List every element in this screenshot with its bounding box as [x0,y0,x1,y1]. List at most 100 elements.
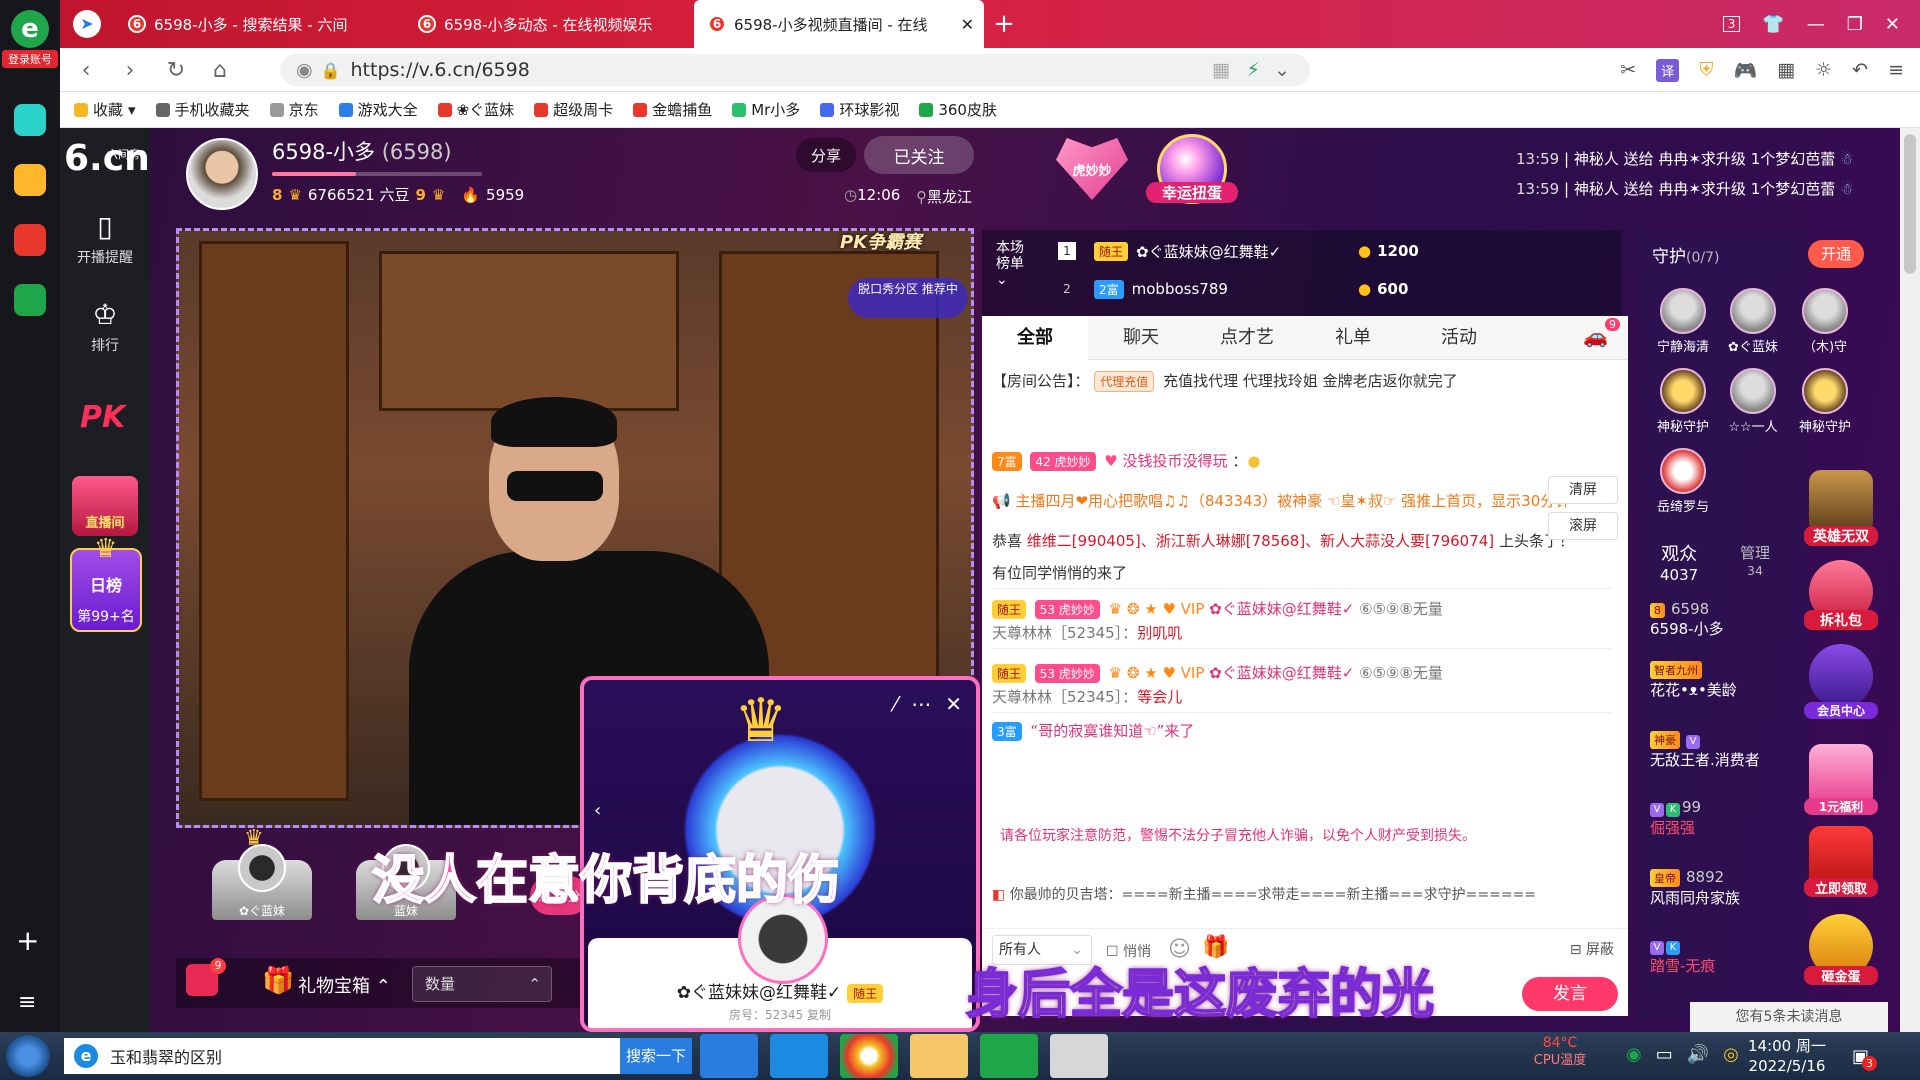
tab-talent[interactable]: 点才艺 [1194,316,1300,360]
guard-avatar[interactable]: ☆☆一人 [1722,368,1784,435]
brightness-icon[interactable]: ☼ [1815,59,1832,81]
tray-app-icon[interactable]: ◉ [1626,1044,1642,1065]
promo-hero[interactable]: 英雄无双 [1804,470,1878,546]
add-app-icon[interactable]: + [16,924,39,957]
viewer-row[interactable]: 智者九州 花花•ᴥ•美龄 [1650,660,1800,700]
open-guard-button[interactable]: 开通 [1808,240,1864,268]
guard-avatar[interactable]: 神秘守护 [1794,368,1856,435]
bookmark-film[interactable]: 环球影视 [820,99,899,120]
viewer-row[interactable]: 8 6598 6598-小多 [1650,600,1800,639]
favorites-star-icon[interactable] [14,164,46,196]
seat-1[interactable]: ♛ ✿ぐ蓝妹 [206,826,318,930]
home-icon[interactable]: ⌂ [200,48,240,92]
k-app-icon[interactable] [700,1034,758,1078]
unread-messages[interactable]: 您有5条未读消息 [1690,1002,1888,1032]
bookmark-favorites[interactable]: 收藏 ▾ [74,99,136,120]
minimize-icon[interactable]: — [1807,14,1825,35]
rail-paihang[interactable]: ♔ 排行 [60,298,150,355]
shield-icon[interactable]: ⛨ [1699,59,1713,81]
tab-activity[interactable]: 活动 [1406,316,1512,360]
menu-icon[interactable]: ≡ [1888,59,1904,81]
game-icon[interactable]: 🎮 [1733,59,1757,82]
page-scrollbar[interactable] [1900,128,1920,1032]
viewer-row[interactable]: 皇帝 8892 风雨同舟家族 [1650,868,1800,908]
promo-giftpack[interactable]: 拆礼包 [1804,560,1878,630]
lucky-capsule[interactable]: 幸运扭蛋 [1146,134,1238,214]
menu-icon[interactable]: ≡ [18,990,36,1015]
leaderboard-row[interactable]: 2 2富 mobboss789 600 [1058,274,1618,304]
quantity-input[interactable]: 数量 ⌃ [412,966,552,1002]
bookmark-fishing[interactable]: 金蟾捕鱼 [633,99,712,120]
guard-avatar[interactable]: 宁静海清 [1652,288,1714,355]
bookmark-mrxiaoduo[interactable]: Mr小多 [732,99,800,120]
scroll-screen-button[interactable]: 滚屏 [1548,512,1618,540]
tab-chat[interactable]: 聊天 [1088,316,1194,360]
guard-avatar[interactable]: 岳绮罗与 [1652,448,1714,515]
ime-icon[interactable]: ◎ [1723,1044,1739,1065]
notification-icon[interactable]: ▣ 3 [1852,1046,1878,1071]
window-count-icon[interactable]: 3 [1722,16,1741,32]
media-app-icon[interactable] [1050,1034,1108,1078]
car-tab-icon[interactable]: 🚗 9 [1583,318,1620,348]
scrollbar-thumb[interactable] [1904,134,1916,274]
restore-icon[interactable]: ❐ [1847,14,1863,35]
address-bar[interactable]: ◉ 🔒 https://v.6.cn/6598 ▦ ⚡ ⌄ [280,54,1310,86]
login-account-button[interactable]: e 登录账号 [2,10,58,70]
chevron-down-icon[interactable]: ⌄ [1274,59,1290,81]
gift-label[interactable]: 礼物宝箱 ⌃ [298,972,391,998]
promo-golden-egg[interactable]: 砸金蛋 [1804,914,1878,985]
leaderboard-row[interactable]: 1 随王 ✿ぐ蓝妹妹@红舞鞋✓ 1200 [1058,236,1618,266]
bookmark-skin[interactable]: 360皮肤 [919,99,997,120]
tab-1[interactable]: 6 6598-小多 - 搜索结果 - 六间 [114,0,404,48]
tab-all[interactable]: 全部 [982,316,1088,360]
mail-icon[interactable] [14,284,46,316]
weibo-icon[interactable] [14,224,46,256]
bookmark-weekcard[interactable]: 超级周卡 [534,99,613,120]
close-window-icon[interactable]: ✕ [1885,14,1900,35]
grid-icon[interactable]: ▦ [1777,59,1795,81]
site-info-icon[interactable]: ◉ [296,59,313,81]
guard-avatar[interactable]: （木)守 [1794,288,1856,355]
network-icon[interactable]: ▭ [1656,1044,1673,1065]
daily-rank-badge[interactable]: ♛ 日榜 第99+名 [70,534,142,632]
promo-1yuan[interactable]: 1元福利 [1804,744,1878,815]
bookmark-jd[interactable]: 京东 [269,99,319,120]
translate-button[interactable]: 译 [1656,58,1680,82]
close-tab-icon[interactable]: ✕ [961,15,974,34]
more-icon[interactable]: ⋯ [911,692,931,716]
taskbar-clock[interactable]: 14:00 周一 2022/5/16 [1748,1036,1826,1076]
block-button[interactable]: ⊟ 屏蔽 [1570,939,1614,959]
volume-icon[interactable]: 🔊 [1687,1044,1709,1065]
chrome-icon[interactable] [840,1034,898,1078]
close-icon[interactable]: ✕ [945,692,962,716]
shirt-skin-icon[interactable]: 👕 [1762,14,1784,35]
new-tab-button[interactable]: + [984,0,1024,48]
promo-vip[interactable]: 会员中心 [1804,644,1878,719]
back-icon[interactable]: ‹ [66,48,106,92]
follow-button[interactable]: 已关注 [864,136,974,174]
viewer-row[interactable]: 神豪 V 无敌王者.消费者 [1650,730,1800,770]
app-icon-1[interactable] [14,104,46,136]
wand-icon[interactable]: ⁄ [894,692,897,716]
taskbar-search-input[interactable]: e 玉和翡翠的区别 [64,1038,620,1074]
site-logo[interactable]: 6.cn 六间房 [64,136,150,182]
bookmark-games[interactable]: 游戏大全 [338,99,418,120]
bookmark-lanmei[interactable]: ❀ぐ蓝妹 [437,99,514,120]
guard-avatar[interactable]: 神秘守护 [1652,368,1714,435]
360-browser-icon[interactable] [980,1034,1038,1078]
audience-tab[interactable]: 观众 4037 [1660,540,1698,584]
share-button[interactable]: 分享 [796,138,856,172]
talkshow-badge[interactable]: 脱口秀分区 推荐中 [848,278,968,318]
folder-icon[interactable] [910,1034,968,1078]
undo-icon[interactable]: ↶ [1852,59,1868,81]
start-button[interactable] [6,1035,50,1077]
tab-3-active[interactable]: 6 6598-小多视频直播间 - 在线 ✕ [694,0,984,48]
zhibo-promo[interactable]: 直播间 [72,476,138,536]
browser-compass-icon[interactable]: ➤ [60,0,114,48]
card-left-arrow-icon[interactable]: ‹ [594,800,601,821]
ie-icon[interactable] [770,1034,828,1078]
tab-gifts[interactable]: 礼单 [1300,316,1406,360]
refresh-icon[interactable]: ↻ [156,48,196,92]
forward-icon[interactable]: › [110,48,150,92]
lightning-icon[interactable]: ⚡ [1247,59,1260,81]
